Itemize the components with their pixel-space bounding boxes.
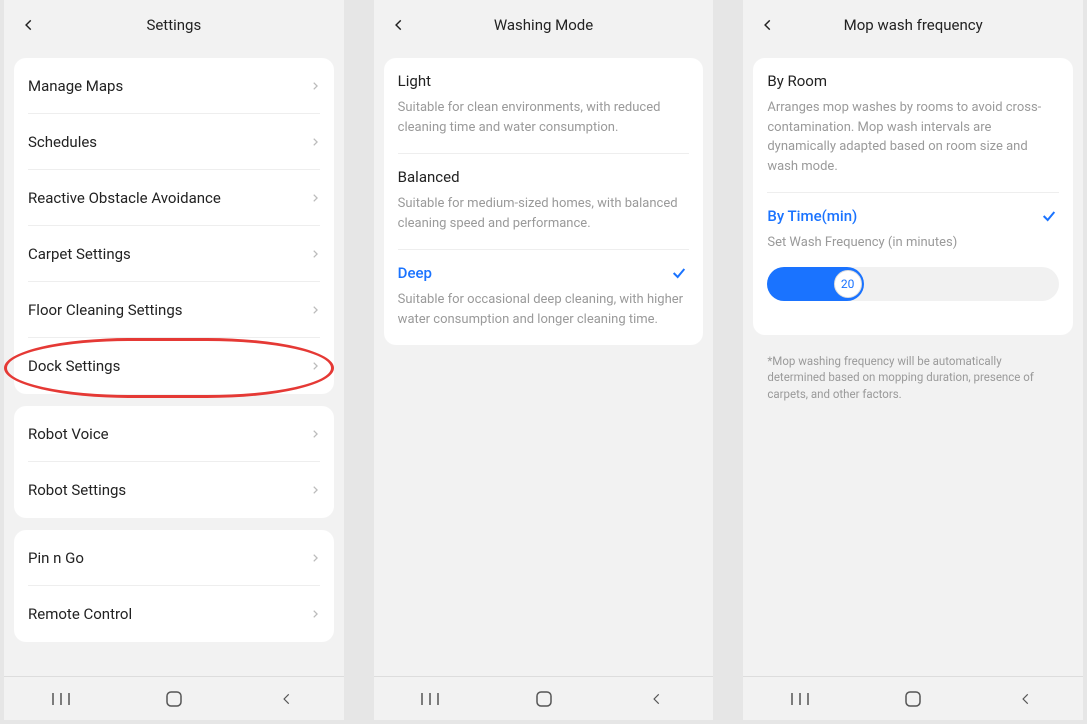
option-title: Light — [398, 72, 431, 90]
back-icon[interactable] — [388, 14, 410, 36]
page-title: Washing Mode — [374, 16, 714, 34]
option-desc: Arranges mop washes by rooms to avoid cr… — [767, 98, 1059, 176]
row-carpet-settings[interactable]: Carpet Settings — [28, 226, 320, 282]
settings-content: Manage Maps Schedules Reactive Obstacle … — [4, 50, 344, 676]
phone-settings: Settings Manage Maps Schedules Reactive … — [4, 0, 344, 720]
chevron-right-icon — [310, 551, 320, 565]
option-deep[interactable]: Deep Suitable for occasional deep cleani… — [398, 250, 690, 345]
nav-recent-icon[interactable] — [780, 691, 820, 707]
settings-group-3: Pin n Go Remote Control — [14, 530, 334, 642]
mopfreq-content: By Room Arranges mop washes by rooms to … — [743, 50, 1083, 676]
row-remote-control[interactable]: Remote Control — [28, 586, 320, 642]
option-desc: Suitable for medium-sized homes, with ba… — [398, 194, 690, 233]
chevron-right-icon — [310, 483, 320, 497]
mopfreq-options: By Room Arranges mop washes by rooms to … — [753, 58, 1073, 335]
nav-back-icon[interactable] — [1006, 692, 1046, 706]
row-robot-settings[interactable]: Robot Settings — [28, 462, 320, 518]
frequency-slider[interactable]: 20 — [767, 253, 1059, 319]
header: Washing Mode — [374, 0, 714, 50]
row-manage-maps[interactable]: Manage Maps — [28, 58, 320, 114]
chevron-right-icon — [310, 303, 320, 317]
phone-mop-frequency: Mop wash frequency By Room Arranges mop … — [743, 0, 1083, 720]
chevron-right-icon — [310, 607, 320, 621]
checkmark-icon — [669, 265, 689, 281]
settings-group-2: Robot Voice Robot Settings — [14, 406, 334, 518]
header: Mop wash frequency — [743, 0, 1083, 50]
option-desc: Suitable for occasional deep cleaning, w… — [398, 290, 690, 329]
option-light[interactable]: Light Suitable for clean environments, w… — [398, 58, 690, 154]
option-title: By Time(min) — [767, 207, 857, 225]
page-title: Mop wash frequency — [743, 16, 1083, 34]
back-icon[interactable] — [18, 14, 40, 36]
settings-group-1: Manage Maps Schedules Reactive Obstacle … — [14, 58, 334, 394]
nav-home-icon[interactable] — [893, 690, 933, 708]
nav-home-icon[interactable] — [154, 690, 194, 708]
nav-recent-icon[interactable] — [41, 691, 81, 707]
chevron-right-icon — [310, 247, 320, 261]
row-schedules[interactable]: Schedules — [28, 114, 320, 170]
option-title: Deep — [398, 264, 432, 282]
washing-content: Light Suitable for clean environments, w… — [374, 50, 714, 676]
phone-washing-mode: Washing Mode Light Suitable for clean en… — [374, 0, 714, 720]
row-label: Dock Settings — [28, 357, 120, 375]
row-label: Floor Cleaning Settings — [28, 301, 183, 319]
row-label: Pin n Go — [28, 549, 84, 567]
nav-back-icon[interactable] — [637, 692, 677, 706]
option-desc: Suitable for clean environments, with re… — [398, 98, 690, 137]
back-icon[interactable] — [757, 14, 779, 36]
row-pin-n-go[interactable]: Pin n Go — [28, 530, 320, 586]
nav-recent-icon[interactable] — [410, 691, 450, 707]
row-label: Remote Control — [28, 605, 132, 623]
row-label: Manage Maps — [28, 77, 123, 95]
row-label: Robot Voice — [28, 425, 109, 443]
option-desc: Set Wash Frequency (in minutes) — [767, 233, 1059, 253]
row-label: Robot Settings — [28, 481, 126, 499]
android-navbar — [374, 676, 714, 720]
row-label: Schedules — [28, 133, 97, 151]
row-robot-voice[interactable]: Robot Voice — [28, 406, 320, 462]
row-label: Reactive Obstacle Avoidance — [28, 189, 221, 207]
android-navbar — [743, 676, 1083, 720]
android-navbar — [4, 676, 344, 720]
option-balanced[interactable]: Balanced Suitable for medium-sized homes… — [398, 154, 690, 250]
chevron-right-icon — [310, 79, 320, 93]
header: Settings — [4, 0, 344, 50]
nav-back-icon[interactable] — [267, 692, 307, 706]
page-title: Settings — [4, 16, 344, 34]
checkmark-icon — [1039, 208, 1059, 224]
row-label: Carpet Settings — [28, 245, 131, 263]
option-by-room[interactable]: By Room Arranges mop washes by rooms to … — [767, 58, 1059, 193]
chevron-right-icon — [310, 359, 320, 373]
row-floor-cleaning[interactable]: Floor Cleaning Settings — [28, 282, 320, 338]
chevron-right-icon — [310, 427, 320, 441]
nav-home-icon[interactable] — [524, 690, 564, 708]
chevron-right-icon — [310, 135, 320, 149]
option-title: Balanced — [398, 168, 460, 186]
row-obstacle-avoidance[interactable]: Reactive Obstacle Avoidance — [28, 170, 320, 226]
washing-options: Light Suitable for clean environments, w… — [384, 58, 704, 345]
slider-thumb[interactable]: 20 — [834, 270, 862, 298]
option-title: By Room — [767, 72, 827, 90]
chevron-right-icon — [310, 191, 320, 205]
option-by-time[interactable]: By Time(min) Set Wash Frequency (in minu… — [767, 193, 1059, 335]
row-dock-settings[interactable]: Dock Settings — [28, 338, 320, 394]
footnote-text: *Mop washing frequency will be automatic… — [753, 347, 1073, 403]
